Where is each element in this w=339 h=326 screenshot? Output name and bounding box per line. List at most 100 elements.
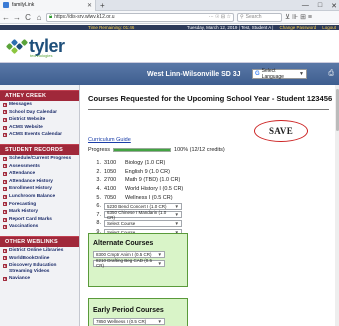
chevron-down-icon: ▼ xyxy=(174,220,179,226)
arrow-bullet-icon: ▸ xyxy=(3,102,7,107)
home-icon[interactable]: ⌂ xyxy=(35,13,43,22)
sidebar-item-label: Report Card Marks xyxy=(9,216,52,222)
course-select-value: 8210 Drafting Beg CAD (0.5 CR) xyxy=(96,258,153,269)
address-bar[interactable]: 🔒︎ https://dis-srv.wlwv.k12.or.u ··· ☉ ⊟… xyxy=(46,12,234,22)
sidebar-item-label: Enrollment History xyxy=(9,186,52,192)
toolbar-icons[interactable]: ⊻ ⊪ ⊞ ≡ xyxy=(285,13,312,21)
course-number: 1. xyxy=(96,160,101,167)
sidebar-item[interactable]: ▸ Schedule/Current Progress xyxy=(0,155,79,163)
course-number: 8. xyxy=(96,220,101,227)
page-actions-icons[interactable]: ··· ☉ ⊟ ☆ xyxy=(209,14,231,20)
window-controls: — □ ✕ xyxy=(302,0,337,11)
arrow-bullet-icon: ▸ xyxy=(3,179,7,184)
arrow-bullet-icon: ▸ xyxy=(3,225,7,230)
sidebar-item-label: Discovery Education Streaming Videos xyxy=(9,263,57,274)
sidebar-item-label: School Day Calendar xyxy=(9,109,57,115)
sidebar-item-label: Attendance History xyxy=(9,178,53,184)
progress-row: Progress 100% (12/12 credits) xyxy=(88,147,225,153)
course-select[interactable]: 5230 Bend Concert I (1.0 CR) ▼ xyxy=(104,202,182,210)
chevron-down-icon: ▼ xyxy=(174,203,179,209)
sidebar-item[interactable]: ▸ School Day Calendar xyxy=(0,109,79,117)
sidebar-item-label: District Online Libraries xyxy=(9,247,64,253)
course-number: 3. xyxy=(96,177,101,184)
browser-nav-bar: ← → C ⌂ 🔒︎ https://dis-srv.wlwv.k12.or.u… xyxy=(0,11,339,24)
chevron-down-icon: ▼ xyxy=(157,252,162,257)
browser-tab[interactable]: familyLink ✕ xyxy=(0,0,96,11)
arrow-bullet-icon: ▸ xyxy=(3,202,7,207)
language-select[interactable]: G Select Language ▼ xyxy=(252,68,307,80)
course-number: 5. xyxy=(96,194,101,201)
forward-icon[interactable]: → xyxy=(13,13,21,22)
sidebar-item-label: Messages xyxy=(9,102,32,107)
search-placeholder: Search xyxy=(245,14,262,20)
curriculum-guide-link[interactable]: Curriculum Guide xyxy=(88,137,131,143)
sidebar-item-label: Schedule/Current Progress xyxy=(9,155,72,161)
tyler-logo-mark-icon xyxy=(5,38,29,55)
google-g-icon: G xyxy=(255,71,260,77)
close-tab-icon[interactable]: ✕ xyxy=(87,2,92,9)
sidebar-item[interactable]: ▸ ACMS Events Calendar xyxy=(0,131,79,139)
sidebar-item-label: Vaccinations xyxy=(9,224,39,230)
sidebar-item-label: Mark History xyxy=(9,209,39,215)
course-name: Biology (1.0 CR) xyxy=(125,160,166,167)
reload-icon[interactable]: C xyxy=(24,13,32,22)
url-text[interactable]: https://dis-srv.wlwv.k12.or.u xyxy=(54,14,206,20)
course-code: 4100 xyxy=(104,186,117,193)
sidebar-item[interactable]: ▸ Report Card Marks xyxy=(0,216,79,224)
arrow-bullet-icon: ▸ xyxy=(3,110,7,115)
arrow-bullet-icon: ▸ xyxy=(3,256,7,261)
minimize-icon[interactable]: — xyxy=(302,2,309,9)
sidebar-item[interactable]: ▸ Discovery Education Streaming Videos xyxy=(0,262,79,275)
district-name: West Linn-Wilsonville SD 3J xyxy=(147,70,241,78)
sidebar-item[interactable]: ▸ Enrollment History xyxy=(0,185,79,193)
course-row: 2. 1050 English 9 (1.0 CR) xyxy=(93,168,183,177)
sidebar-item[interactable]: ▸ WorldBookOnline xyxy=(0,255,79,263)
browser-search-box[interactable]: ⚲ Search xyxy=(237,12,282,22)
sidebar-item[interactable]: ▸ Attendance xyxy=(0,170,79,178)
course-code: 3100 xyxy=(104,160,117,167)
scrollbar[interactable] xyxy=(335,85,339,326)
arrow-bullet-icon: ▸ xyxy=(3,194,7,199)
arrow-bullet-icon: ▸ xyxy=(3,125,7,130)
chevron-down-icon: ▼ xyxy=(157,260,162,266)
sidebar-item[interactable]: ▸ Forecasting xyxy=(0,201,79,209)
sidebar-item[interactable]: ▸ Lunchroom Balance xyxy=(0,193,79,201)
lock-icon: 🔒︎ xyxy=(49,13,53,20)
course-select[interactable]: 7850 Wellness I (0.5 CR) ▼ xyxy=(93,318,165,325)
maximize-icon[interactable]: □ xyxy=(318,2,322,9)
sidebar-item-label: Forecasting xyxy=(9,201,37,207)
sidebar-item[interactable]: ▸ Naviance xyxy=(0,275,79,283)
close-window-icon[interactable]: ✕ xyxy=(331,2,337,10)
print-icon[interactable]: ⎙ xyxy=(328,70,334,78)
sidebar-section-title: OTHER WEBLINKS xyxy=(0,235,79,247)
course-name: English 9 (1.0 CR) xyxy=(125,168,170,175)
course-select-value: 7850 Wellness I (0.5 CR) xyxy=(96,319,147,324)
scrollbar-thumb[interactable] xyxy=(335,89,339,131)
arrow-bullet-icon: ▸ xyxy=(3,133,7,138)
sidebar-item[interactable]: ▸ ACMS Website xyxy=(0,124,79,132)
course-select[interactable]: 8300 Cmptr Anim I (0.5 CR) ▼ xyxy=(93,251,165,258)
course-select[interactable]: 8210 Drafting Beg CAD (0.5 CR) ▼ xyxy=(93,258,165,269)
sidebar-item[interactable]: ▸ Attendance History xyxy=(0,178,79,186)
course-code: 1050 xyxy=(104,168,117,175)
course-number: 2. xyxy=(96,168,101,175)
sidebar-item-label: Attendance xyxy=(9,171,36,177)
course-row: 5. 7050 Wellness I (0.5 CR) xyxy=(93,193,183,202)
title-divider xyxy=(88,109,329,110)
sidebar-item[interactable]: ▸ Vaccinations xyxy=(0,223,79,231)
new-tab-button[interactable]: + xyxy=(96,1,109,10)
course-select-row: 7. 6350 Chinese I Mandarin (1.0 CR) ▼ xyxy=(93,210,183,220)
sidebar-item[interactable]: ▸ District Website xyxy=(0,116,79,124)
back-icon[interactable]: ← xyxy=(2,13,10,22)
sidebar-item[interactable]: ▸ District Online Libraries xyxy=(0,247,79,255)
sidebar-item[interactable]: ▸ Messages xyxy=(0,101,79,109)
sidebar-item-label: District Website xyxy=(9,117,46,123)
sidebar-item[interactable]: ▸ Assessments xyxy=(0,163,79,171)
favicon-icon xyxy=(3,2,9,8)
save-button[interactable]: SAVE xyxy=(254,120,308,142)
sidebar-item[interactable]: ▸ Mark History xyxy=(0,208,79,216)
course-row: 3. 2700 Math 9 (TBD) (1.0 CR) xyxy=(93,176,183,185)
logo-word: tyler xyxy=(29,36,65,56)
course-select[interactable]: Select Course ▼ xyxy=(104,219,182,227)
course-select[interactable]: 6350 Chinese I Mandarin (1.0 CR) ▼ xyxy=(104,210,182,220)
